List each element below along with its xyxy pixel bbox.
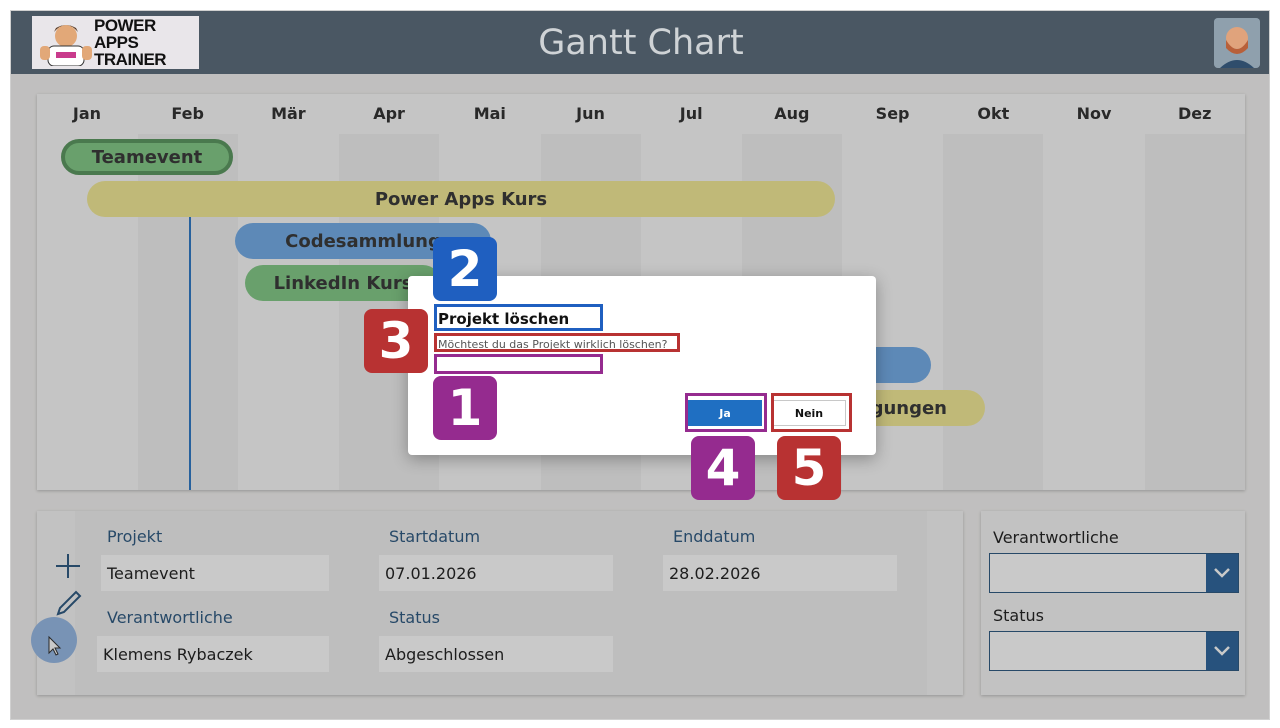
app-header: POWER APPS TRAINER Gantt Chart — [11, 11, 1269, 74]
annotation-badge-2: 2 — [433, 237, 497, 301]
highlight-5 — [771, 393, 852, 432]
avatar[interactable] — [1214, 18, 1260, 68]
highlight-3 — [434, 333, 680, 352]
annotation-badge-4: 4 — [691, 436, 755, 500]
annotation-badge-1: 1 — [433, 376, 497, 440]
highlight-2 — [434, 304, 603, 331]
app-frame: POWER APPS TRAINER Gantt Chart Jan Feb Mär… — [10, 10, 1270, 720]
annotation-badge-5: 5 — [777, 436, 841, 500]
highlight-1 — [434, 354, 603, 374]
page-title: Gantt Chart — [538, 23, 744, 63]
highlight-4 — [685, 393, 767, 432]
annotation-badge-3: 3 — [364, 309, 428, 373]
